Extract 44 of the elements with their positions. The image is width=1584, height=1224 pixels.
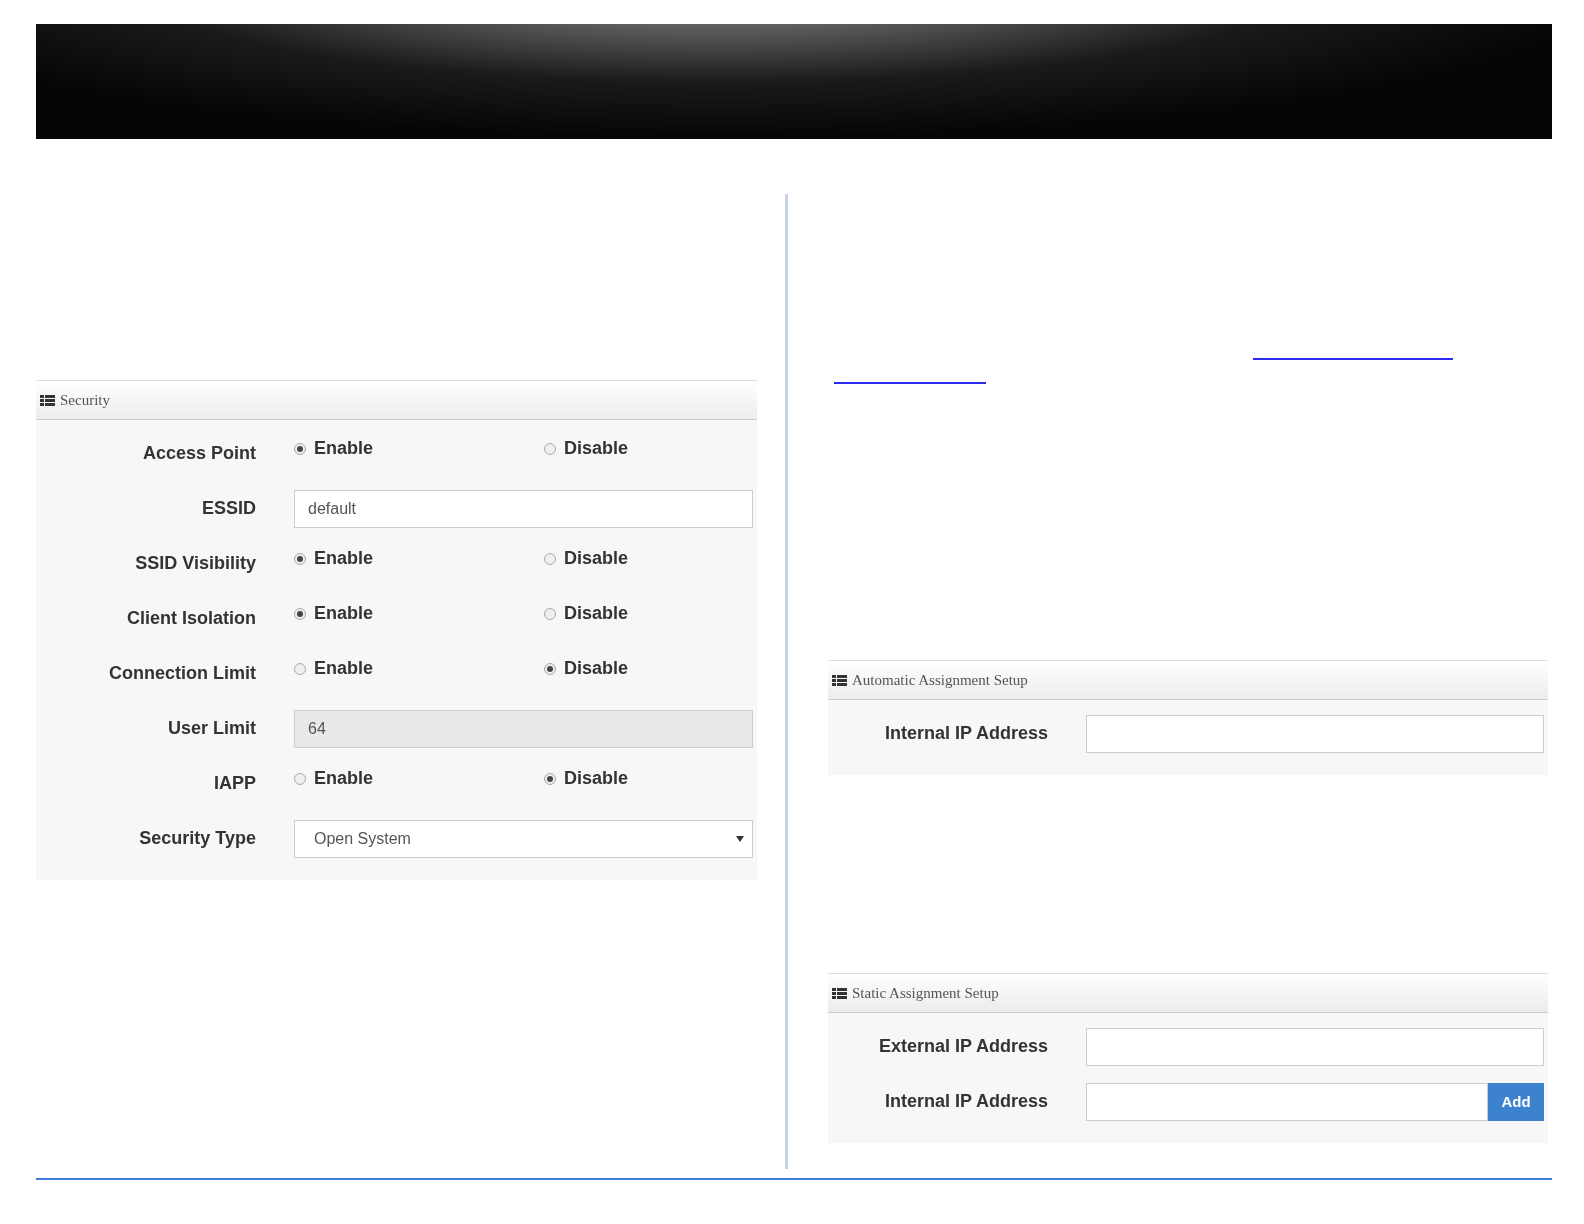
radio-button[interactable] bbox=[294, 552, 306, 565]
radio-option[interactable]: Enable bbox=[294, 768, 544, 789]
radio-button[interactable] bbox=[294, 442, 306, 455]
text-field[interactable]: default bbox=[294, 489, 753, 528]
radio-button[interactable] bbox=[294, 772, 306, 785]
field-label: Internal IP Address bbox=[883, 723, 1049, 744]
list-icon bbox=[832, 674, 847, 686]
radio-button[interactable] bbox=[544, 607, 556, 620]
radio-option[interactable]: Disable bbox=[544, 768, 794, 789]
text-field[interactable] bbox=[1086, 1027, 1544, 1066]
radio-button[interactable] bbox=[544, 442, 556, 455]
radio-option[interactable]: Enable bbox=[294, 438, 544, 459]
field-label: Access Point bbox=[141, 443, 257, 464]
add-button[interactable]: Add bbox=[1488, 1082, 1544, 1121]
radio-option[interactable]: Disable bbox=[544, 548, 794, 569]
field-label: ESSID bbox=[200, 498, 257, 519]
radio-option[interactable]: Disable bbox=[544, 438, 794, 459]
field-label: IAPP bbox=[213, 773, 257, 794]
radio-option[interactable]: Enable bbox=[294, 603, 544, 624]
list-icon bbox=[832, 987, 847, 999]
field-label: User Limit bbox=[166, 718, 257, 739]
text-field[interactable] bbox=[1086, 714, 1544, 753]
panel-title: Automatic Assignment Setup bbox=[852, 671, 1028, 689]
radio-option[interactable]: Disable bbox=[544, 658, 794, 679]
radio-button[interactable] bbox=[544, 552, 556, 565]
field-label: Client Isolation bbox=[126, 608, 257, 629]
radio-button[interactable] bbox=[294, 662, 306, 675]
caret-icon bbox=[736, 835, 744, 842]
radio-button[interactable] bbox=[544, 772, 556, 785]
panel-title: Security bbox=[60, 391, 110, 409]
field-label: Connection Limit bbox=[108, 663, 257, 684]
field-label: Internal IP Address bbox=[883, 1091, 1049, 1112]
radio-option[interactable]: Enable bbox=[294, 658, 544, 679]
radio-option[interactable]: Enable bbox=[294, 548, 544, 569]
field-label: External IP Address bbox=[877, 1036, 1049, 1057]
panel-title: Static Assignment Setup bbox=[852, 984, 999, 1002]
field-label: SSID Visibility bbox=[134, 553, 257, 574]
radio-button[interactable] bbox=[544, 662, 556, 675]
field-label: Security Type bbox=[138, 828, 257, 849]
radio-option[interactable]: Disable bbox=[544, 603, 794, 624]
radio-button[interactable] bbox=[294, 607, 306, 620]
list-icon bbox=[40, 394, 55, 406]
dropdown-field[interactable]: Open System bbox=[294, 819, 753, 858]
text-field[interactable] bbox=[1086, 1082, 1488, 1121]
